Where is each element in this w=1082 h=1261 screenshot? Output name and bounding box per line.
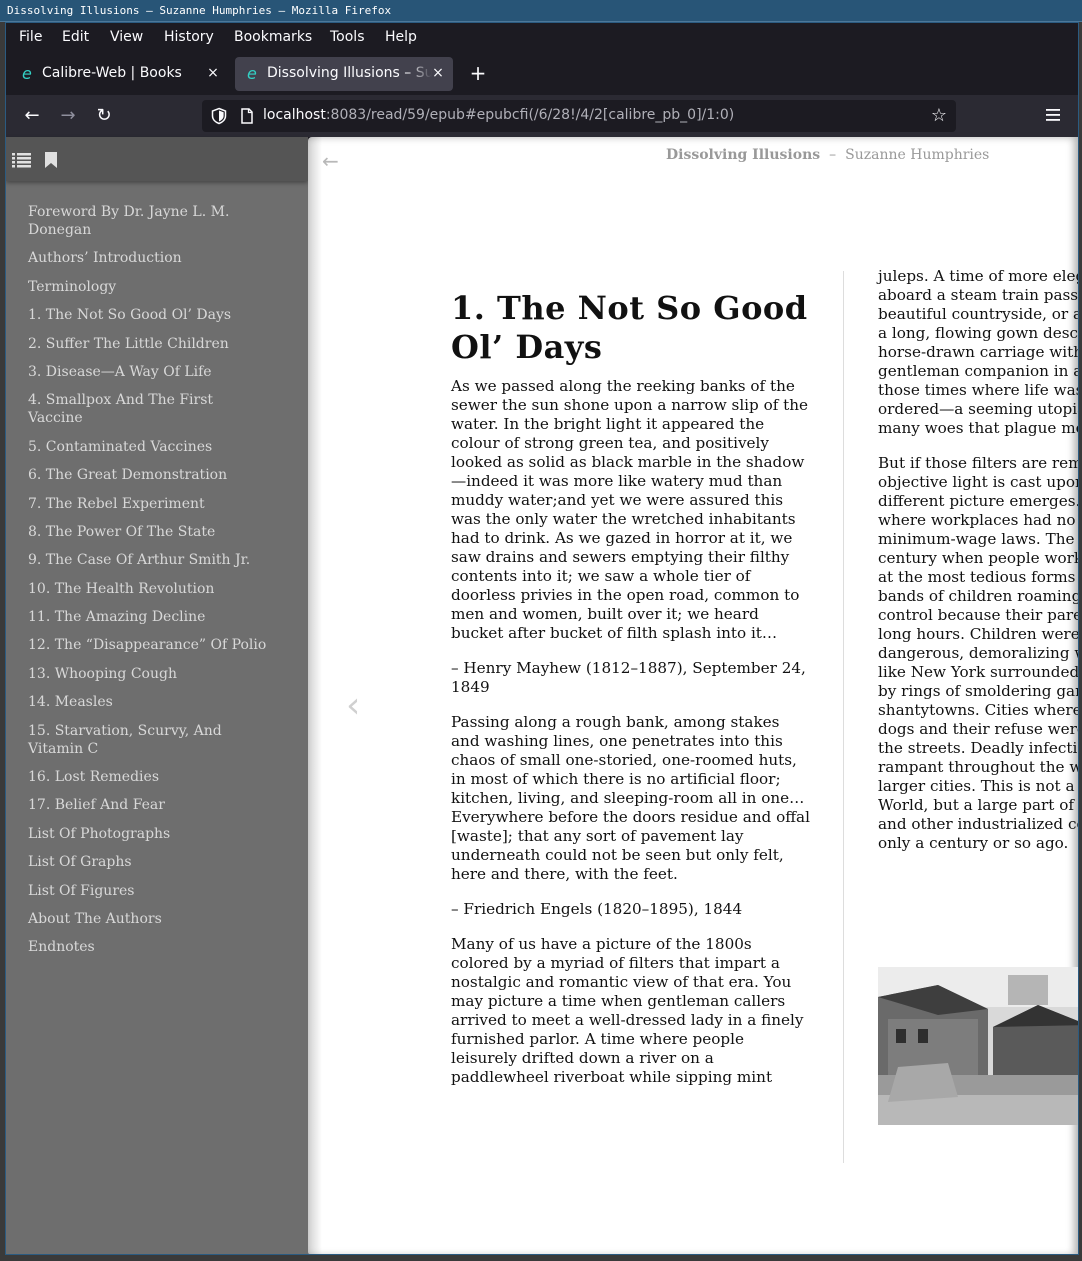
toc-item[interactable]: 15. Starvation, Scurvy, And Vitamin C <box>28 722 268 758</box>
toc-item[interactable]: 16. Lost Remedies <box>28 768 268 786</box>
toc-item[interactable]: List Of Figures <box>28 882 268 900</box>
tab-dissolving-illusions[interactable]: e Dissolving Illusions – Suzanne Humphri… <box>235 57 453 91</box>
table-of-contents: Foreword By Dr. Jayne L. M. Donegan Auth… <box>28 203 268 967</box>
bookmark-icon[interactable] <box>45 152 57 168</box>
toc-item[interactable]: 4. Smallpox And The First Vaccine <box>28 391 268 427</box>
navigation-toolbar: ← → ↻ localhost:8083/read/59/epub#epubcf… <box>6 95 1078 137</box>
chapter-heading: 1. The Not So Good Ol’ Days <box>451 289 808 366</box>
quote-attribution: – Friedrich Engels (1820–1895), 1844 <box>451 900 743 918</box>
url-text[interactable]: localhost:8083/read/59/epub#epubcfi(/6/2… <box>263 107 734 123</box>
page-divider <box>843 271 844 1163</box>
menu-file[interactable]: File <box>19 29 42 45</box>
app-menu-icon[interactable] <box>1042 104 1064 126</box>
menu-bookmarks[interactable]: Bookmarks <box>234 29 312 45</box>
window-titlebar: Dissolving Illusions — Suzanne Humphries… <box>0 0 1082 22</box>
bookmark-star-icon[interactable]: ☆ <box>928 105 950 127</box>
back-button-icon[interactable]: ← <box>20 104 44 128</box>
toc-item[interactable]: List Of Graphs <box>28 853 268 871</box>
sidebar-toolbar <box>6 137 308 181</box>
toc-item[interactable]: About The Authors <box>28 910 268 928</box>
toc-item[interactable]: Foreword By Dr. Jayne L. M. Donegan <box>28 203 268 239</box>
page-info-icon[interactable] <box>238 107 256 125</box>
paragraph: But if those filters are removed and an … <box>878 454 1078 852</box>
toc-item[interactable]: 14. Measles <box>28 693 268 711</box>
url-host: localhost <box>263 107 326 123</box>
new-tab-plus-icon[interactable]: + <box>467 63 489 85</box>
toc-item[interactable]: 13. Whooping Cough <box>28 665 268 683</box>
menu-edit[interactable]: Edit <box>62 29 89 45</box>
toc-item[interactable]: Terminology <box>28 278 268 296</box>
toc-item[interactable]: 12. The “Disappearance” Of Polio <box>28 636 268 654</box>
menu-history[interactable]: History <box>164 29 214 45</box>
forward-button-icon[interactable]: → <box>56 104 80 128</box>
toc-item[interactable]: 1. The Not So Good Ol’ Days <box>28 306 268 324</box>
header-separator: – <box>829 147 837 163</box>
book-author: Suzanne Humphries <box>845 147 990 163</box>
window-title: Dissolving Illusions — Suzanne Humphries… <box>7 4 392 17</box>
book-header: Dissolving Illusions – Suzanne Humphries <box>666 147 989 163</box>
toc-item[interactable]: 5. Contaminated Vaccines <box>28 438 268 456</box>
tracking-shield-icon[interactable] <box>210 107 228 125</box>
toc-list-icon[interactable] <box>12 152 32 168</box>
toc-item[interactable]: 7. The Rebel Experiment <box>28 495 268 513</box>
toc-item[interactable]: 3. Disease—A Way Of Life <box>28 363 268 381</box>
book-title: Dissolving Illusions <box>666 147 821 163</box>
close-tab-icon[interactable]: × <box>431 65 445 81</box>
reader-page-left: 1. The Not So Good Ol’ Days As we passed… <box>451 289 811 1103</box>
toc-item[interactable]: 10. The Health Revolution <box>28 580 268 598</box>
toc-item[interactable]: List Of Photographs <box>28 825 268 843</box>
toc-item[interactable]: 11. The Amazing Decline <box>28 608 268 626</box>
calibre-favicon-icon: e <box>247 64 257 83</box>
toc-item[interactable]: 9. The Case Of Arthur Smith Jr. <box>28 551 268 569</box>
calibre-favicon-icon: e <box>22 64 32 83</box>
url-path: :8083/read/59/epub#epubcfi(/6/28!/4/2[ca… <box>325 107 735 123</box>
url-bar[interactable]: localhost:8083/read/59/epub#epubcfi(/6/2… <box>202 100 956 132</box>
tab-strip: e Calibre-Web | Books × e Dissolving Ill… <box>6 53 1078 95</box>
reader-sidebar: Foreword By Dr. Jayne L. M. Donegan Auth… <box>6 137 308 1254</box>
toc-item[interactable]: 2. Suffer The Little Children <box>28 335 268 353</box>
prev-page-arrow-icon[interactable]: ‹ <box>346 685 360 726</box>
paragraph: Many of us have a picture of the 1800s c… <box>451 935 804 1086</box>
menu-view[interactable]: View <box>110 29 143 45</box>
menubar: File Edit View History Bookmarks Tools H… <box>6 23 1078 53</box>
toc-item[interactable]: 6. The Great Demonstration <box>28 466 268 484</box>
reload-button-icon[interactable]: ↻ <box>92 104 116 128</box>
quote-attribution: – Henry Mayhew (1812–1887), September 24… <box>451 659 806 696</box>
paragraph: juleps. A time of more elegance, of peop… <box>878 267 1078 437</box>
tab-calibre-web[interactable]: e Calibre-Web | Books × <box>10 57 228 91</box>
toc-item[interactable]: 8. The Power Of The State <box>28 523 268 541</box>
paragraph: Passing along a rough bank, among stakes… <box>451 713 810 883</box>
toc-item[interactable]: 17. Belief And Fear <box>28 796 268 814</box>
reader-page-right: juleps. A time of more elegance, of peop… <box>878 267 1078 869</box>
menu-tools[interactable]: Tools <box>330 29 365 45</box>
tab-label: Calibre-Web | Books <box>42 65 182 81</box>
reader-edge-shadow <box>308 137 322 1254</box>
close-tab-icon[interactable]: × <box>206 65 220 81</box>
reader-pane: ← Dissolving Illusions – Suzanne Humphries… <box>308 137 1078 1254</box>
browser-window: File Edit View History Bookmarks Tools H… <box>5 22 1079 1255</box>
close-reader-arrow-icon[interactable]: ← <box>322 149 339 173</box>
tab-label: Dissolving Illusions – Suzanne Humphries <box>267 65 432 81</box>
paragraph: As we passed along the reeking banks of … <box>451 377 809 642</box>
toc-item[interactable]: Authors’ Introduction <box>28 249 268 267</box>
menu-help[interactable]: Help <box>385 29 417 45</box>
historic-photograph <box>878 967 1078 1125</box>
toc-item[interactable]: Endnotes <box>28 938 268 956</box>
